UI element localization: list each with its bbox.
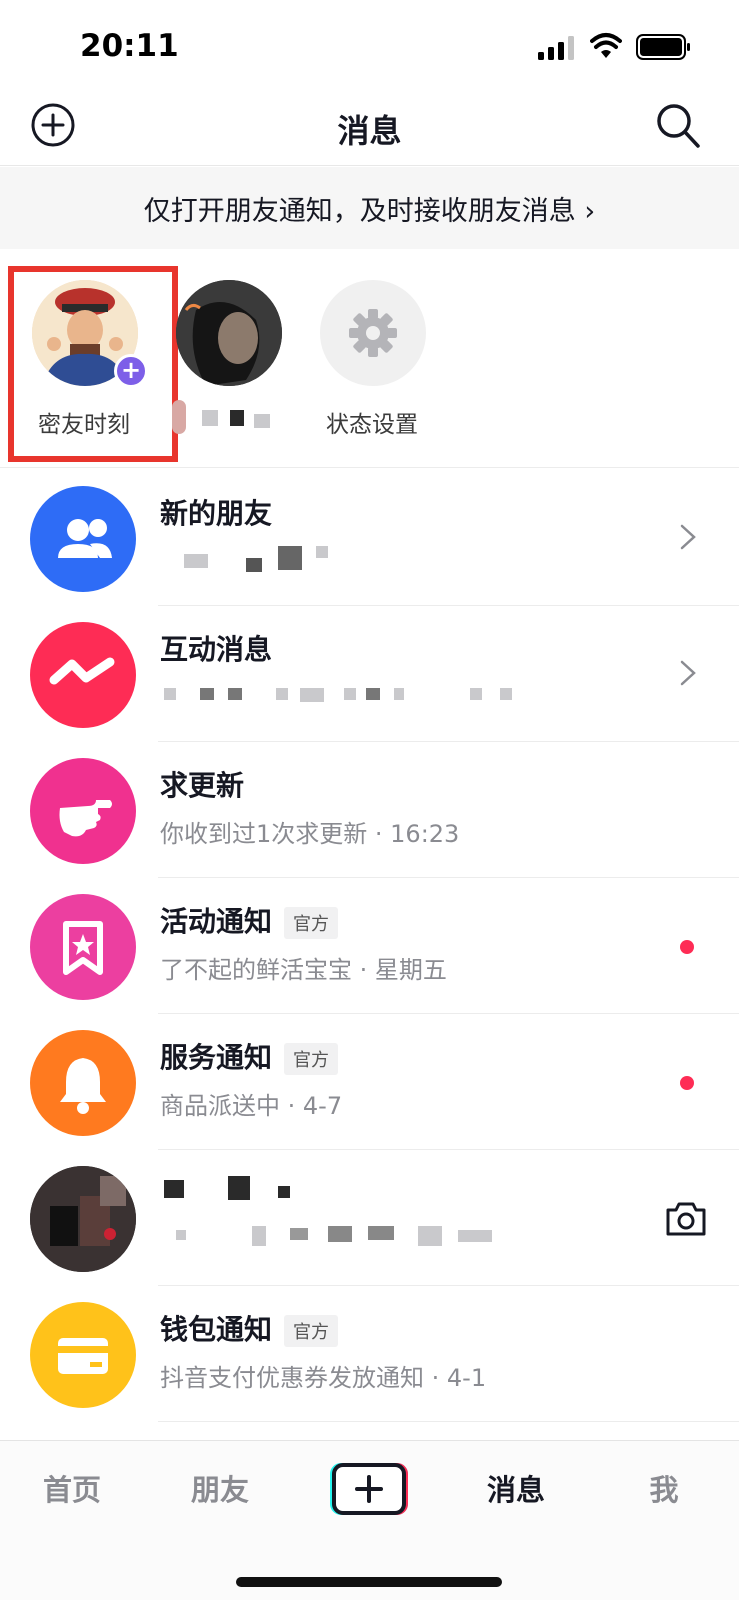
story-friend[interactable] [154,250,302,468]
message-subtitle: 你收到过1次求更新 · 16:23 [160,820,460,848]
home-indicator [236,1577,502,1587]
list-item-friend-chat[interactable] [0,1150,739,1286]
friends-icon [30,486,136,592]
signal-icon [538,36,574,60]
avatar [320,280,426,386]
story-close-friends[interactable]: + 密友时刻 [10,250,158,468]
page-title: 消息 [337,112,402,150]
status-bar: 20:11 [0,0,739,92]
chevron-right-icon [680,524,696,550]
battery-icon [636,34,690,60]
camera-icon[interactable] [664,1200,708,1238]
story-label: 状态设置 [326,412,418,438]
message-subtitle: 抖音支付优惠券发放通知 · 4-1 [160,1364,487,1392]
message-title-text: 服务通知 [160,1041,273,1074]
list-item-wallet-notice[interactable]: 钱包通知 官方 抖音支付优惠券发放通知 · 4-1 [0,1286,739,1422]
message-list: 新的朋友 互动消息 求更新 你收到过1次求更新 · 16:23 活动通知 官方 … [0,470,739,1422]
message-title-text: 钱包通知 [160,1313,273,1346]
message-title: 新的朋友 [160,497,273,530]
add-badge-icon[interactable]: + [114,354,148,388]
gear-icon [349,309,397,357]
tab-messages[interactable]: 消息 [466,1467,566,1509]
tab-me[interactable]: 我 [614,1467,714,1509]
message-subtitle: 商品派送中 · 4-7 [160,1092,343,1120]
tab-friends[interactable]: 朋友 [170,1467,270,1509]
wifi-icon [590,33,622,58]
avatar [176,280,282,386]
story-label: 密友时刻 [38,412,130,438]
status-time: 20:11 [80,28,179,64]
wallet-icon [30,1302,136,1408]
stories-row: + 密友时刻 状态设置 [0,250,739,468]
official-tag: 官方 [284,1043,339,1075]
list-item-activity-notice[interactable]: 活动通知 官方 了不起的鲜活宝宝 · 星期五 [0,878,739,1014]
list-item-interactions[interactable]: 互动消息 [0,606,739,742]
header: 消息 [0,92,739,166]
friend-avatar-icon [176,280,282,386]
search-icon[interactable] [654,100,702,150]
chevron-right-icon [680,660,696,686]
message-title: 服务通知 官方 [160,1036,339,1076]
tab-home[interactable]: 首页 [22,1467,122,1509]
message-title: 求更新 [160,769,245,802]
message-subtitle: 了不起的鲜活宝宝 · 星期五 [160,956,447,984]
unread-dot [680,1076,694,1090]
official-tag: 官方 [284,1315,339,1347]
pointing-hand-icon [30,758,136,864]
message-title: 钱包通知 官方 [160,1308,339,1348]
bell-icon [30,1030,136,1136]
unread-dot [680,940,694,954]
list-item-update-requests[interactable]: 求更新 你收到过1次求更新 · 16:23 [0,742,739,878]
publish-plus-button[interactable] [330,1463,408,1515]
interaction-icon [30,622,136,728]
bookmark-star-icon [30,894,136,1000]
list-item-service-notice[interactable]: 服务通知 官方 商品派送中 · 4-7 [0,1014,739,1150]
bottom-tab-bar: 首页 朋友 消息 我 [0,1440,739,1600]
message-title: 互动消息 [160,633,273,666]
message-title-text: 活动通知 [160,905,273,938]
message-title: 活动通知 官方 [160,900,339,940]
banner-text: 仅打开朋友通知，及时接收朋友消息 › [143,196,596,227]
notification-banner[interactable]: 仅打开朋友通知，及时接收朋友消息 › [0,167,739,249]
official-tag: 官方 [284,907,339,939]
list-item-new-friends[interactable]: 新的朋友 [0,470,739,606]
avatar [30,1166,136,1272]
story-status-settings[interactable]: 状态设置 [298,250,446,468]
